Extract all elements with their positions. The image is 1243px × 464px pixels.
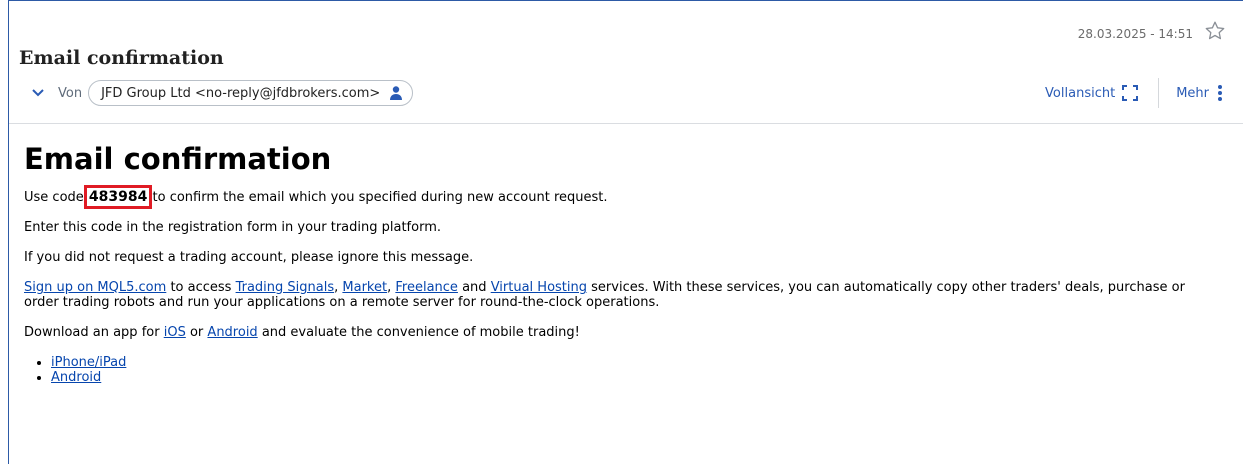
download-text-2: or <box>189 325 204 340</box>
list-item: Android <box>51 370 1203 385</box>
sender-chip[interactable]: JFD Group Ltd <no-reply@jfdbrokers.com> <box>88 80 414 106</box>
message-subject: Email confirmation <box>19 47 224 69</box>
android-app-link[interactable]: Android <box>51 370 101 385</box>
download-text-3: and evaluate the convenience of mobile t… <box>261 325 580 340</box>
person-icon <box>390 86 403 100</box>
download-text-1: Download an app for <box>24 325 160 340</box>
instruction-paragraph: Enter this code in the registration form… <box>24 220 442 235</box>
ignore-paragraph: If you did not request a trading account… <box>24 250 474 265</box>
services-text-4: and <box>462 280 487 295</box>
divider <box>1158 78 1160 108</box>
freelance-link[interactable]: Freelance <box>395 280 458 295</box>
chevron-down-icon[interactable] <box>28 83 48 103</box>
code-suffix: to confirm the email which you specified… <box>152 190 608 205</box>
fullview-label: Vollansicht <box>1045 85 1116 101</box>
more-label: Mehr <box>1176 85 1209 101</box>
code-paragraph: Use code 483984 to confirm the email whi… <box>24 185 1203 209</box>
list-item: iPhone/iPad <box>51 355 1203 370</box>
from-label: Von <box>58 85 83 101</box>
sender-address: JFD Group Ltd <no-reply@jfdbrokers.com> <box>101 85 381 101</box>
market-link[interactable]: Market <box>342 280 387 295</box>
message-actions: Vollansicht Mehr <box>1045 78 1223 108</box>
download-paragraph: Download an app for iOS or Android and e… <box>24 325 1203 340</box>
services-paragraph: Sign up on MQL5.com to access Trading Si… <box>24 280 1203 310</box>
trading-signals-link[interactable]: Trading Signals <box>236 280 335 295</box>
mql5-signup-link[interactable]: Sign up on MQL5.com <box>24 280 166 295</box>
message-date: 28.03.2025 - 14:51 <box>1077 27 1193 41</box>
services-text-3: , <box>387 280 392 295</box>
message-body: Email confirmation Use code 483984 to co… <box>24 142 1203 385</box>
star-icon[interactable] <box>1203 19 1227 43</box>
app-links-list: iPhone/iPad Android <box>24 355 1203 385</box>
virtual-hosting-link[interactable]: Virtual Hosting <box>491 280 587 295</box>
confirmation-code: 483984 <box>83 185 153 209</box>
ios-link[interactable]: iOS <box>164 325 186 340</box>
fullview-button[interactable]: Vollansicht <box>1045 85 1139 101</box>
fullscreen-icon <box>1122 85 1139 101</box>
code-prefix: Use code <box>24 190 84 205</box>
services-text-1: to access <box>170 280 232 295</box>
iphone-ipad-link[interactable]: iPhone/iPad <box>51 355 126 370</box>
more-button[interactable]: Mehr <box>1176 84 1223 102</box>
sender-row: Von JFD Group Ltd <no-reply@jfdbrokers.c… <box>28 80 414 106</box>
body-heading: Email confirmation <box>24 142 332 176</box>
more-vertical-icon <box>1218 85 1222 101</box>
header-divider <box>9 123 1243 124</box>
services-text-2: , <box>334 280 339 295</box>
android-link[interactable]: Android <box>207 325 257 340</box>
